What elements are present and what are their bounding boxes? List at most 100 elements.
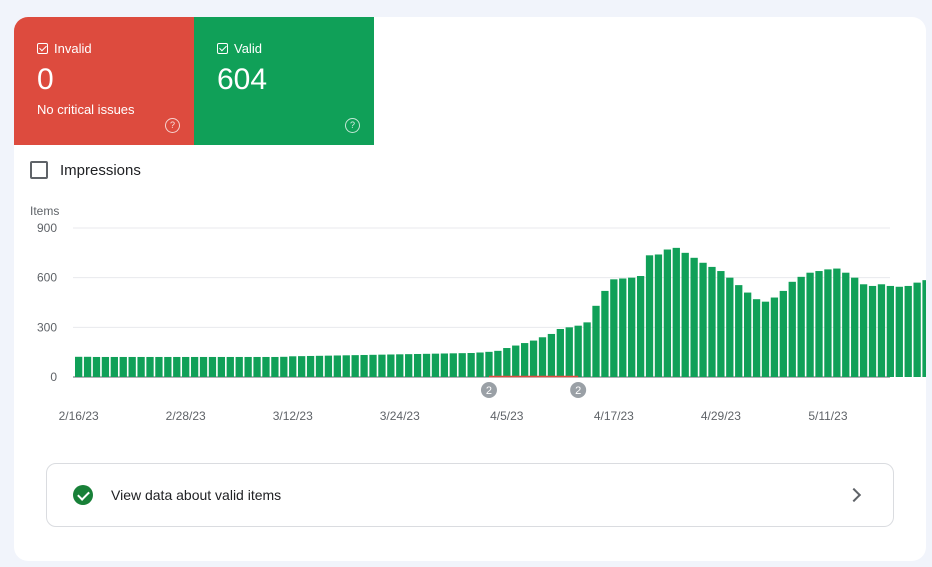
bar[interactable] [761, 301, 770, 377]
bar[interactable] [904, 285, 912, 377]
bar[interactable] [485, 351, 493, 377]
bar[interactable] [681, 252, 689, 377]
bar[interactable] [396, 354, 404, 377]
bar[interactable] [92, 356, 101, 377]
bar[interactable] [708, 266, 716, 377]
bar[interactable] [574, 325, 582, 377]
bar[interactable] [208, 356, 217, 377]
bar[interactable] [788, 281, 796, 377]
bar[interactable] [922, 280, 926, 377]
bar[interactable] [521, 343, 529, 377]
bar[interactable] [833, 268, 841, 377]
bar[interactable] [538, 337, 547, 377]
bar[interactable] [877, 284, 886, 377]
bar[interactable] [672, 247, 680, 377]
bar[interactable] [735, 285, 743, 377]
bar[interactable] [458, 353, 466, 377]
bar[interactable] [164, 356, 172, 377]
bar[interactable] [512, 345, 520, 377]
bar[interactable] [717, 271, 725, 377]
bar[interactable] [405, 354, 413, 377]
bar[interactable] [360, 354, 368, 377]
bar[interactable] [378, 354, 386, 377]
bar[interactable] [440, 353, 449, 377]
bar[interactable] [636, 276, 645, 377]
bar[interactable] [271, 356, 279, 377]
bar[interactable] [752, 299, 761, 377]
bar[interactable] [583, 322, 591, 377]
bar[interactable] [797, 276, 805, 377]
bar[interactable] [83, 356, 92, 377]
bar[interactable] [565, 327, 573, 377]
bar[interactable] [592, 305, 600, 377]
bar[interactable] [476, 352, 484, 377]
bar[interactable] [431, 353, 440, 377]
bar[interactable] [645, 255, 654, 377]
bar[interactable] [306, 355, 315, 377]
bar[interactable] [387, 354, 395, 377]
bar[interactable] [75, 356, 83, 377]
bar[interactable] [324, 355, 333, 377]
bar[interactable] [190, 356, 199, 377]
bar[interactable] [253, 356, 261, 377]
bar[interactable] [779, 290, 787, 377]
view-valid-items-link[interactable]: View data about valid items [46, 463, 894, 527]
bar[interactable] [262, 356, 270, 377]
bar[interactable] [467, 352, 475, 377]
bar[interactable] [155, 356, 163, 377]
bar[interactable] [913, 282, 921, 377]
bar[interactable] [851, 277, 859, 377]
bar[interactable] [280, 356, 288, 377]
bar[interactable] [806, 272, 814, 377]
checkbox-unchecked-icon[interactable] [30, 161, 48, 179]
bar[interactable] [770, 297, 779, 377]
bar[interactable] [110, 356, 118, 377]
bar[interactable] [449, 353, 457, 377]
impressions-toggle[interactable]: Impressions [30, 161, 141, 179]
bar[interactable] [547, 333, 556, 377]
bar[interactable] [182, 356, 190, 377]
bar[interactable] [815, 271, 823, 377]
bar[interactable] [298, 356, 306, 377]
bar[interactable] [128, 356, 136, 377]
bar[interactable] [422, 353, 431, 377]
bar[interactable] [289, 356, 297, 377]
help-icon[interactable]: ? [165, 118, 180, 133]
invalid-tile[interactable]: Invalid 0 No critical issues ? [14, 17, 194, 145]
bar[interactable] [244, 356, 252, 377]
bar[interactable] [859, 284, 868, 377]
bar[interactable] [351, 355, 359, 377]
bar[interactable] [333, 355, 341, 377]
bar[interactable] [868, 285, 877, 377]
bar[interactable] [494, 350, 502, 377]
bar[interactable] [842, 272, 850, 377]
annotation-marker[interactable]: 2 [570, 382, 587, 398]
checkbox-checked-icon[interactable] [37, 43, 48, 54]
checkbox-checked-icon[interactable] [217, 43, 228, 54]
bar[interactable] [226, 356, 234, 377]
bar[interactable] [663, 249, 672, 377]
bar[interactable] [690, 257, 698, 377]
bar[interactable] [173, 356, 181, 377]
bar[interactable] [556, 328, 564, 377]
bar[interactable] [315, 355, 324, 377]
annotation-marker[interactable]: 2 [480, 382, 497, 398]
bar[interactable] [503, 348, 511, 377]
bar[interactable] [342, 355, 350, 377]
bar[interactable] [413, 353, 422, 377]
help-icon[interactable]: ? [345, 118, 360, 133]
bar[interactable] [699, 262, 707, 377]
bar[interactable] [137, 356, 145, 377]
bar[interactable] [235, 356, 243, 377]
valid-tile[interactable]: Valid 604 ? [194, 17, 374, 145]
bar[interactable] [601, 290, 609, 377]
bar[interactable] [119, 356, 127, 377]
bar[interactable] [824, 269, 832, 377]
bar[interactable] [744, 292, 752, 377]
bar[interactable] [654, 254, 663, 377]
bar[interactable] [101, 356, 110, 377]
bar[interactable] [217, 356, 226, 377]
bar[interactable] [895, 286, 903, 377]
bar[interactable] [726, 277, 734, 377]
bar[interactable] [369, 354, 377, 377]
